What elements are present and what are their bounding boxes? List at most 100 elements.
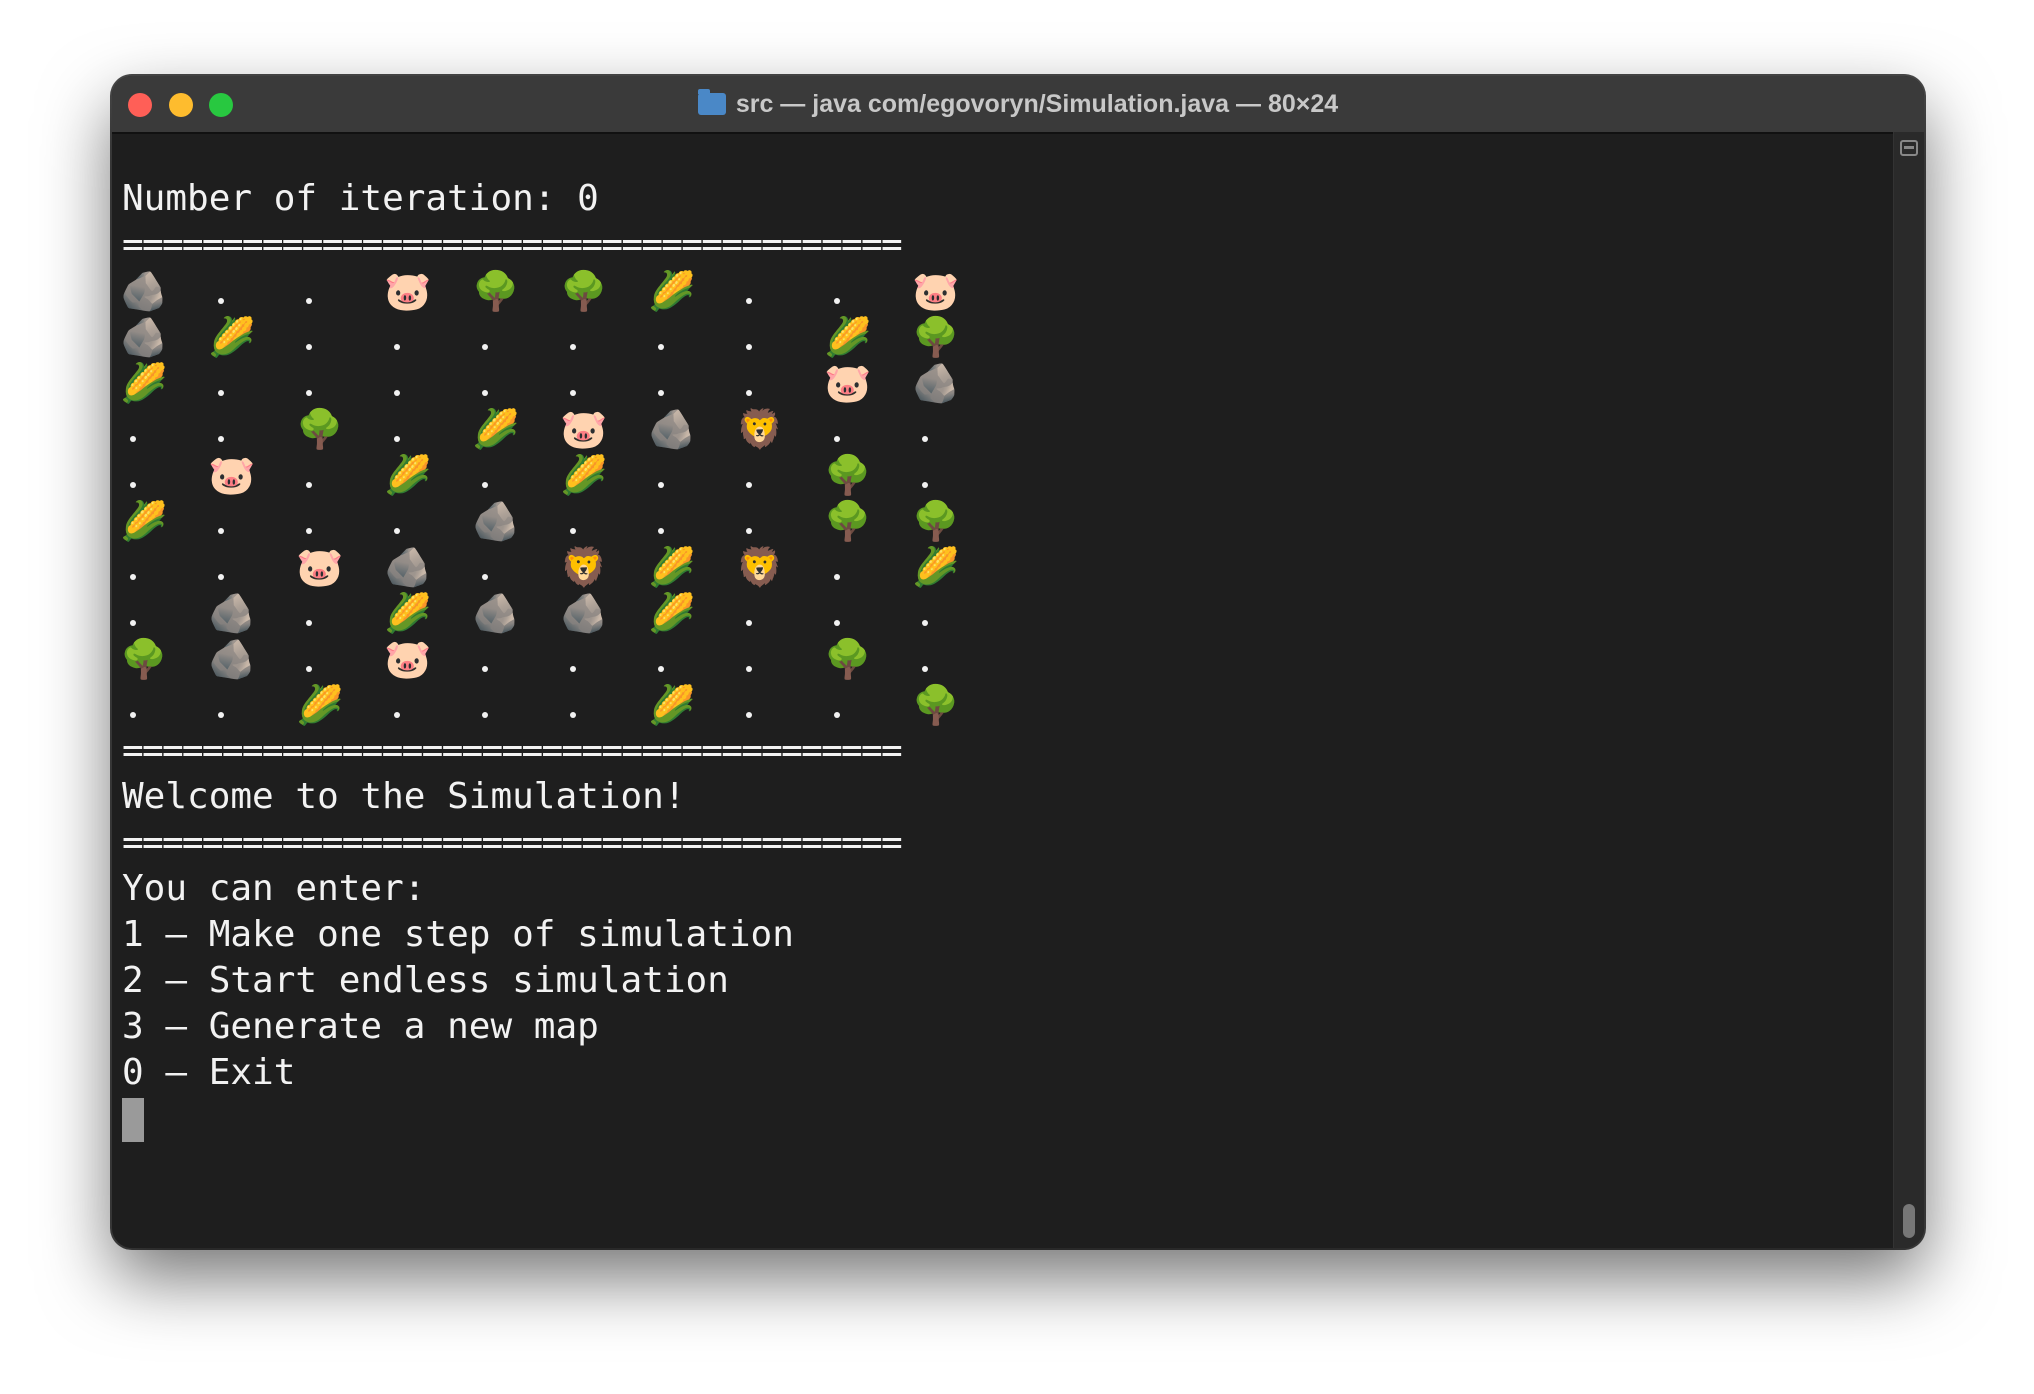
- rock-icon: 🪨: [648, 407, 696, 451]
- pig-icon: 🐷: [560, 407, 608, 451]
- tree-icon: 🌳: [824, 499, 872, 543]
- empty-cell: [130, 712, 136, 718]
- empty-cell: [570, 712, 576, 718]
- tree-icon: 🌳: [120, 637, 168, 681]
- window-title: src — java com/egovoryn/Simulation.java …: [735, 89, 1339, 118]
- empty-cell: [834, 712, 840, 718]
- corn-icon: 🌽: [296, 683, 344, 727]
- corn-icon: 🌽: [384, 453, 432, 497]
- empty-cell: [394, 390, 400, 396]
- empty-cell: [570, 528, 576, 534]
- empty-cell: [218, 712, 224, 718]
- empty-cell: [658, 390, 664, 396]
- empty-cell: [834, 436, 840, 442]
- tree-icon: 🌳: [912, 315, 960, 359]
- corn-icon: 🌽: [120, 361, 168, 405]
- empty-cell: [658, 666, 664, 672]
- empty-cell: [746, 298, 752, 304]
- corn-icon: 🌽: [648, 545, 696, 589]
- menu-option-1: 1 – Make one step of simulation: [122, 914, 794, 955]
- empty-cell: [130, 482, 136, 488]
- empty-cell: [482, 390, 488, 396]
- empty-cell: [130, 436, 136, 442]
- pig-icon: 🐷: [208, 453, 256, 497]
- empty-cell: [746, 712, 752, 718]
- tree-icon: 🌳: [296, 407, 344, 451]
- scroll-thumb[interactable]: [1903, 1204, 1915, 1238]
- empty-cell: [570, 666, 576, 672]
- empty-cell: [218, 436, 224, 442]
- empty-cell: [306, 390, 312, 396]
- corn-icon: 🌽: [824, 315, 872, 359]
- rock-icon: 🪨: [208, 591, 256, 635]
- empty-cell: [394, 712, 400, 718]
- separator-middle: =======================================: [122, 730, 903, 771]
- empty-cell: [218, 298, 224, 304]
- tree-icon: 🌳: [824, 637, 872, 681]
- welcome-message: Welcome to the Simulation!: [122, 776, 686, 817]
- rock-icon: 🪨: [560, 591, 608, 635]
- pig-icon: 🐷: [384, 269, 432, 313]
- rock-icon: 🪨: [472, 591, 520, 635]
- title-bar[interactable]: src — java com/egovoryn/Simulation.java …: [112, 76, 1924, 134]
- corn-icon: 🌽: [648, 269, 696, 313]
- empty-cell: [306, 482, 312, 488]
- empty-cell: [922, 666, 928, 672]
- terminal-window: src — java com/egovoryn/Simulation.java …: [112, 76, 1924, 1248]
- empty-cell: [218, 528, 224, 534]
- empty-cell: [482, 666, 488, 672]
- menu-option-3: 3 – Generate a new map: [122, 1006, 599, 1047]
- empty-cell: [570, 344, 576, 350]
- empty-cell: [482, 712, 488, 718]
- empty-cell: [130, 620, 136, 626]
- corn-icon: 🌽: [648, 591, 696, 635]
- empty-cell: [306, 666, 312, 672]
- empty-cell: [922, 620, 928, 626]
- menu-option-2: 2 – Start endless simulation: [122, 960, 729, 1001]
- rock-icon: 🪨: [208, 637, 256, 681]
- folder-icon: [697, 89, 726, 115]
- empty-cell: [746, 344, 752, 350]
- lion-icon: 🦁: [560, 545, 608, 589]
- tree-icon: 🌳: [912, 499, 960, 543]
- empty-cell: [746, 528, 752, 534]
- rock-icon: 🪨: [120, 269, 168, 313]
- separator-top: =======================================: [122, 224, 903, 265]
- separator-bottom: =======================================: [122, 822, 903, 863]
- scrollbar-menu-icon[interactable]: [1900, 140, 1918, 156]
- rock-icon: 🪨: [384, 545, 432, 589]
- terminal-cursor[interactable]: [122, 1098, 144, 1142]
- iteration-line: Number of iteration: 0: [122, 178, 599, 219]
- corn-icon: 🌽: [472, 407, 520, 451]
- corn-icon: 🌽: [912, 545, 960, 589]
- pig-icon: 🐷: [384, 637, 432, 681]
- tree-icon: 🌳: [472, 269, 520, 313]
- empty-cell: [834, 620, 840, 626]
- lion-icon: 🦁: [736, 545, 784, 589]
- empty-cell: [306, 620, 312, 626]
- empty-cell: [834, 574, 840, 580]
- empty-cell: [306, 528, 312, 534]
- rock-icon: 🪨: [912, 361, 960, 405]
- lion-icon: 🦁: [736, 407, 784, 451]
- empty-cell: [482, 574, 488, 580]
- empty-cell: [746, 390, 752, 396]
- pig-icon: 🐷: [912, 269, 960, 313]
- empty-cell: [394, 436, 400, 442]
- scrollbar[interactable]: [1893, 132, 1924, 1248]
- menu-option-0: 0 – Exit: [122, 1052, 296, 1093]
- empty-cell: [130, 574, 136, 580]
- terminal-output[interactable]: Number of iteration: 0 =================…: [120, 176, 1002, 1142]
- corn-icon: 🌽: [384, 591, 432, 635]
- pig-icon: 🐷: [296, 545, 344, 589]
- window-title-container: src — java com/egovoryn/Simulation.java …: [112, 76, 1924, 132]
- empty-cell: [218, 574, 224, 580]
- rock-icon: 🪨: [472, 499, 520, 543]
- empty-cell: [658, 482, 664, 488]
- empty-cell: [658, 528, 664, 534]
- empty-cell: [746, 620, 752, 626]
- tree-icon: 🌳: [560, 269, 608, 313]
- empty-cell: [394, 528, 400, 534]
- rock-icon: 🪨: [120, 315, 168, 359]
- empty-cell: [922, 482, 928, 488]
